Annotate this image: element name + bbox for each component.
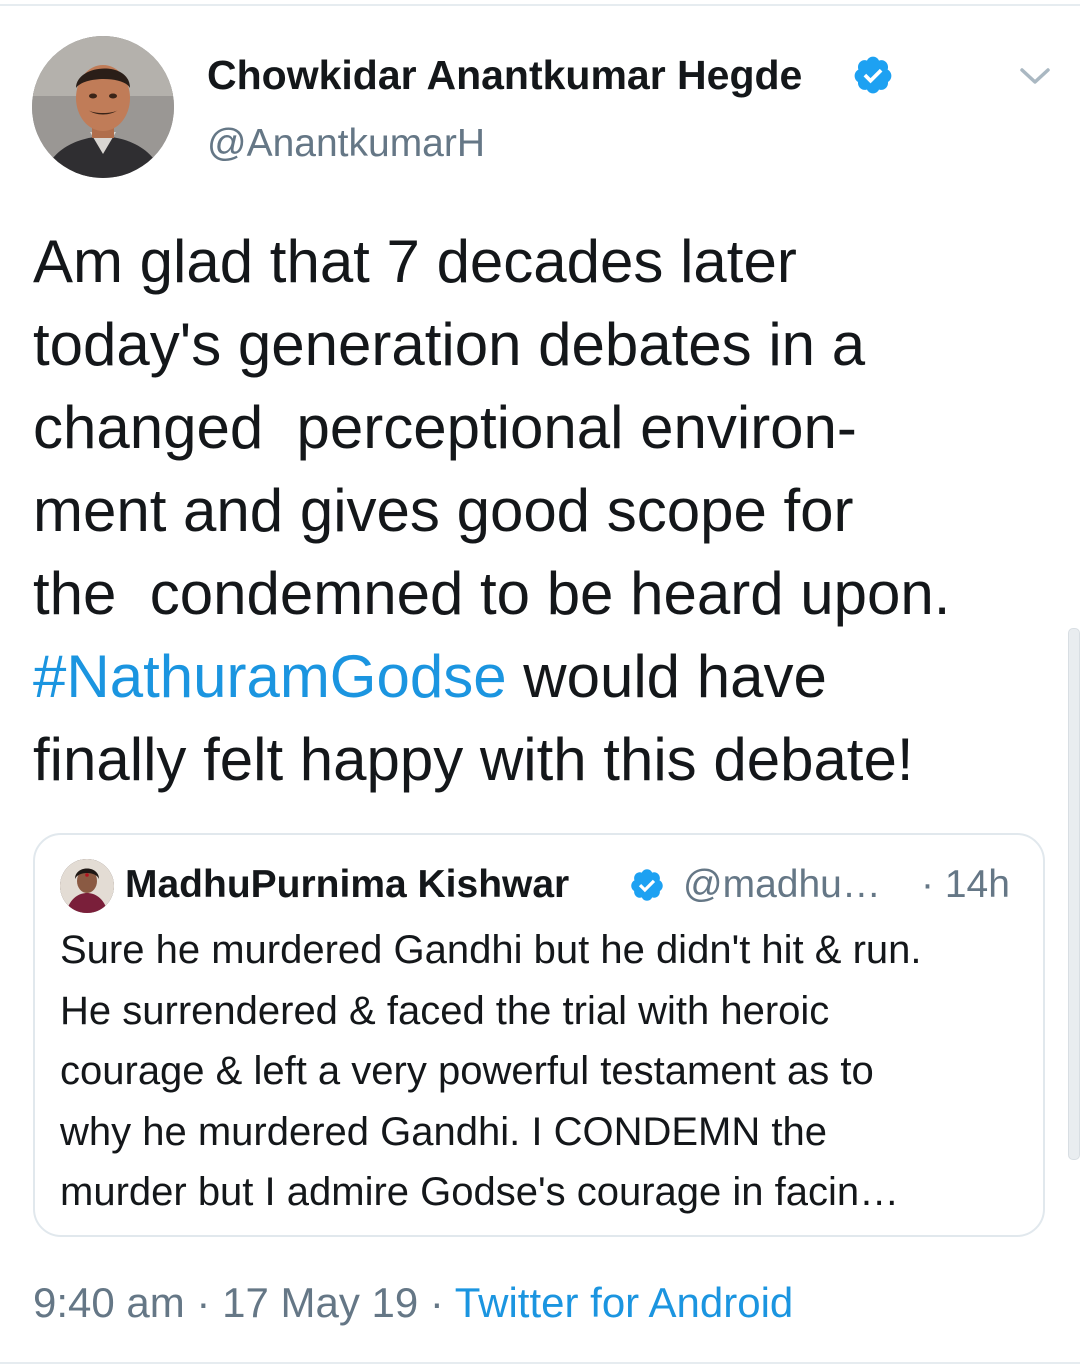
tweet-text-line: finally felt happy with this debate! bbox=[33, 726, 914, 793]
tweet-text-line: changed perceptional environ- bbox=[33, 394, 857, 461]
bottom-divider bbox=[0, 1362, 1080, 1364]
meta-separator: · bbox=[418, 1279, 455, 1326]
chevron-down-icon[interactable] bbox=[1016, 60, 1054, 90]
quoted-text-line: Sure he murdered Gandhi but he didn't hi… bbox=[60, 928, 922, 972]
author-handle[interactable]: @AnantkumarH bbox=[207, 118, 485, 170]
author-display-name[interactable]: Chowkidar Anantkumar Hegde bbox=[207, 48, 802, 102]
tweet-time[interactable]: 9:40 am bbox=[33, 1279, 185, 1326]
verified-badge-icon bbox=[631, 869, 663, 901]
author-avatar-photo bbox=[32, 36, 174, 178]
quoted-tweet-card[interactable]: MadhuPurnima Kishwar @madhu… · 14h Sure … bbox=[33, 833, 1045, 1237]
hashtag-link[interactable]: #NathuramGodse bbox=[33, 643, 507, 710]
tweet-text-line: #NathuramGodse would have bbox=[33, 635, 1043, 718]
quoted-tweet-text: Sure he murdered Gandhi but he didn't hi… bbox=[60, 920, 1030, 1223]
tweet-date[interactable]: 17 May 19 bbox=[222, 1279, 418, 1326]
top-divider bbox=[0, 4, 1080, 6]
quoted-text-line: why he murdered Gandhi. I CONDEMN the bbox=[60, 1109, 827, 1154]
tweet-text-line: ment and gives good scope for bbox=[33, 477, 854, 544]
author-avatar[interactable] bbox=[32, 36, 174, 178]
quoted-author-avatar[interactable] bbox=[60, 859, 114, 913]
quoted-author-handle[interactable]: @madhu… bbox=[683, 861, 881, 909]
quoted-tweet-time: · 14h bbox=[921, 863, 1010, 906]
scrollbar-thumb[interactable] bbox=[1068, 628, 1080, 1160]
meta-separator: · bbox=[184, 1279, 223, 1326]
quoted-text-line: He surrendered & faced the trial with he… bbox=[60, 988, 830, 1033]
tweet-screen: Chowkidar Anantkumar Hegde @AnantkumarH … bbox=[0, 0, 1080, 1366]
verified-badge-icon bbox=[854, 56, 892, 94]
tweet-text-line: Am glad that 7 decades later bbox=[33, 228, 797, 295]
tweet-meta: 9:40 am · 17 May 19 · Twitter for Androi… bbox=[33, 1276, 793, 1330]
quoted-author-avatar-photo bbox=[60, 859, 114, 913]
quoted-author-display-name[interactable]: MadhuPurnima Kishwar bbox=[125, 861, 569, 909]
tweet-text-line: the condemned to be heard upon. bbox=[33, 560, 951, 627]
quoted-text-line: murder but I admire Godse's courage in f… bbox=[60, 1170, 900, 1214]
quoted-text-line: courage & left a very powerful testament… bbox=[60, 1049, 874, 1093]
tweet-text: Am glad that 7 decades later today's gen… bbox=[33, 220, 1043, 801]
tweet-text-line: today's generation debates in a bbox=[33, 311, 866, 378]
tweet-source-link[interactable]: Twitter for Android bbox=[455, 1279, 793, 1326]
tweet-text-fragment: would have bbox=[506, 643, 827, 710]
